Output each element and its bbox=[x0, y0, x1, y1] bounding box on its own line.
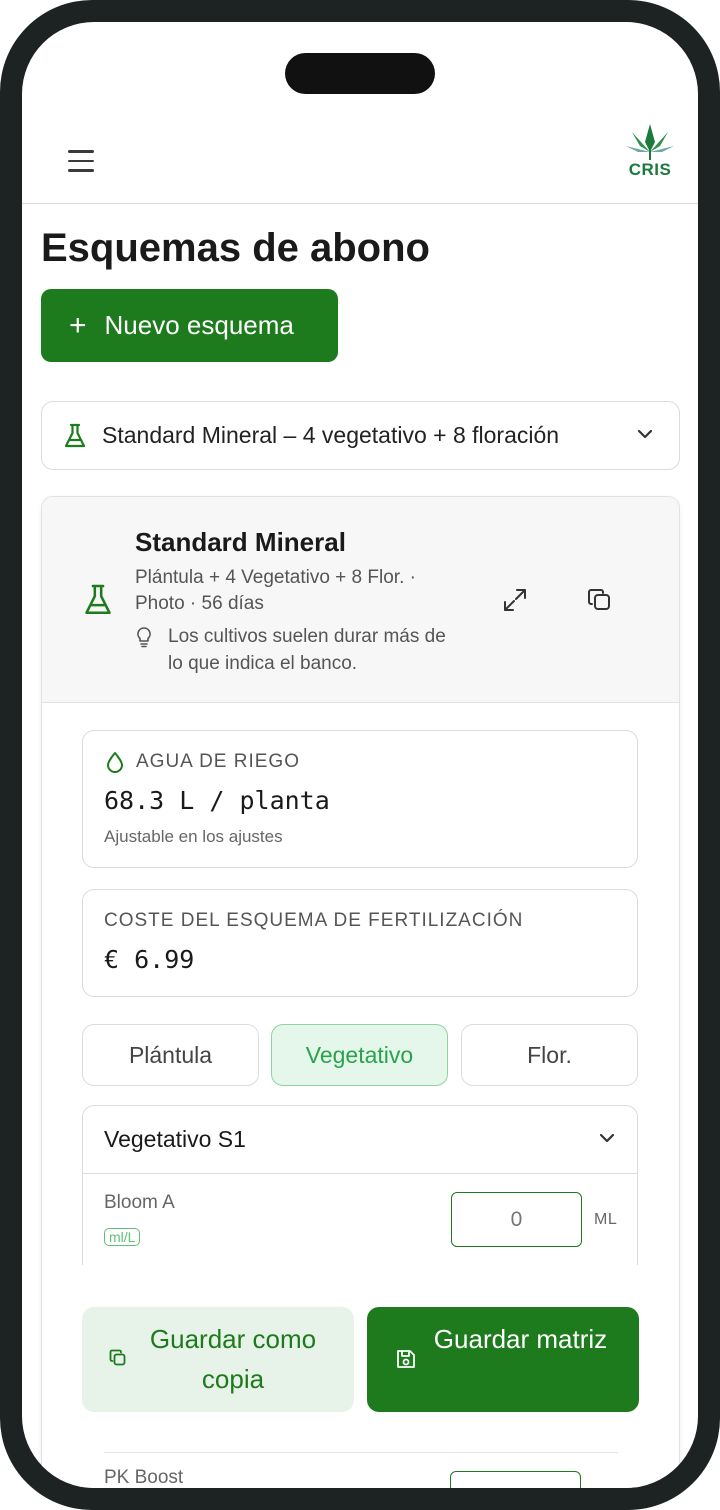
dose-input[interactable] bbox=[450, 1471, 581, 1488]
scheme-tip: Los cultivos suelen durar más de lo que … bbox=[135, 623, 465, 677]
stage-panel: Vegetativo S1 Bloom A ml/L ML bbox=[82, 1105, 638, 1265]
fertilizer-name: PK Boost bbox=[104, 1467, 184, 1488]
save-as-copy-label: Guardar como copia bbox=[149, 1324, 317, 1394]
cost-value: € 6.99 bbox=[104, 945, 195, 974]
tab-seedling[interactable]: Plántula bbox=[82, 1024, 259, 1086]
app-header: CRIS bbox=[22, 122, 698, 204]
copy-icon bbox=[109, 1349, 126, 1366]
unit-badge: ml/L bbox=[104, 1228, 141, 1246]
water-drop-icon bbox=[107, 752, 123, 773]
chevron-down-icon bbox=[637, 429, 653, 439]
logo-text: CRIS bbox=[628, 160, 672, 179]
scheme-card-header: Standard Mineral Plántula + 4 Vegetativo… bbox=[42, 497, 679, 703]
water-value: 68.3 L / planta bbox=[104, 786, 330, 815]
save-matrix-label: Guardar matriz bbox=[433, 1324, 608, 1354]
cris-logo[interactable]: CRIS bbox=[622, 122, 678, 192]
new-scheme-label: Nuevo esquema bbox=[104, 310, 294, 340]
scheme-tip-text: Los cultivos suelen durar más de lo que … bbox=[168, 626, 446, 674]
stage-header[interactable]: Vegetativo S1 bbox=[83, 1106, 637, 1174]
irrigation-water-box: AGUA DE RIEGO 68.3 L / planta Ajustable … bbox=[82, 730, 638, 868]
chevron-down-icon bbox=[599, 1133, 615, 1143]
dose-unit: ML bbox=[594, 1211, 618, 1228]
expand-icon[interactable] bbox=[500, 585, 530, 615]
lightbulb-icon bbox=[137, 627, 151, 648]
tab-vegetative[interactable]: Vegetativo bbox=[271, 1024, 448, 1086]
flask-icon bbox=[64, 423, 86, 447]
scheme-name: Standard Mineral bbox=[135, 527, 346, 557]
cannabis-leaf-icon bbox=[626, 124, 674, 160]
fertilizer-name: Bloom A bbox=[104, 1192, 175, 1213]
duplicate-icon[interactable] bbox=[585, 585, 615, 615]
phase-tabs: Plántula Vegetativo Flor. bbox=[82, 1024, 638, 1086]
scheme-dropdown-value: Standard Mineral – 4 vegetativo + 8 flor… bbox=[102, 422, 560, 448]
hamburger-menu-icon[interactable] bbox=[68, 150, 98, 176]
dynamic-island bbox=[285, 53, 435, 94]
stage-title: Vegetativo S1 bbox=[104, 1126, 246, 1152]
save-as-copy-button[interactable]: Guardar como copia bbox=[82, 1307, 354, 1412]
scheme-cost-box: COSTE DEL ESQUEMA DE FERTILIZACIÓN € 6.9… bbox=[82, 889, 638, 997]
page-title: Esquemas de abono bbox=[41, 226, 430, 270]
scheme-dropdown[interactable]: Standard Mineral – 4 vegetativo + 8 flor… bbox=[41, 401, 680, 470]
floppy-disk-icon bbox=[397, 1350, 415, 1368]
phone-frame: CRIS Esquemas de abono + Nuevo esquema S… bbox=[0, 0, 720, 1510]
scheme-subtitle: Plántula + 4 Vegetativo + 8 Flor. · Phot… bbox=[135, 567, 416, 614]
tab-flowering[interactable]: Flor. bbox=[461, 1024, 638, 1086]
plus-icon: + bbox=[69, 308, 87, 342]
cost-label: COSTE DEL ESQUEMA DE FERTILIZACIÓN bbox=[104, 910, 524, 931]
water-label: AGUA DE RIEGO bbox=[136, 751, 300, 772]
fertilizer-row: PK Boost bbox=[104, 1452, 618, 1488]
app-screen: CRIS Esquemas de abono + Nuevo esquema S… bbox=[22, 22, 698, 1488]
scheme-card: Standard Mineral Plántula + 4 Vegetativo… bbox=[41, 496, 680, 1488]
water-note: Ajustable en los ajustes bbox=[104, 827, 283, 846]
new-scheme-button[interactable]: + Nuevo esquema bbox=[41, 289, 338, 362]
save-matrix-button[interactable]: Guardar matriz bbox=[367, 1307, 639, 1412]
dose-input[interactable] bbox=[451, 1192, 582, 1247]
flask-icon bbox=[85, 584, 111, 614]
